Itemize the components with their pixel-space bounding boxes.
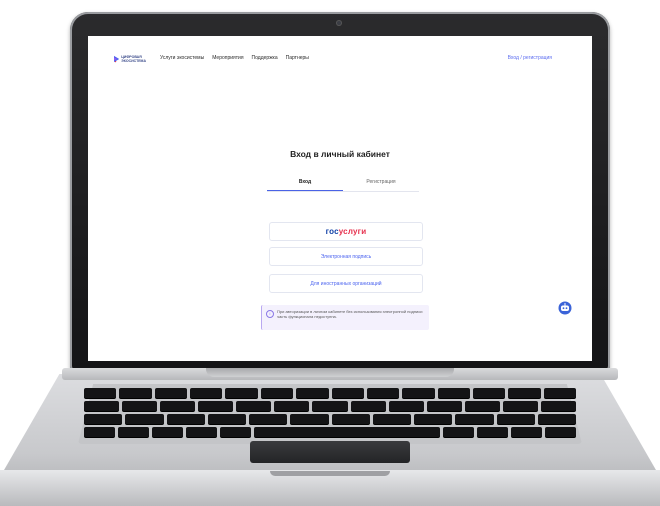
site-logo[interactable]: ЦИФРОВАЯ ЭКОСИСТЕМА [114,52,146,66]
page-title: Вход в личный кабинет [290,149,390,159]
keyboard-key [443,427,474,437]
keyboard-key [537,414,576,424]
hinge-notch [206,368,454,377]
nav-link-services[interactable]: Услуги экосистемы [160,55,204,61]
keyboard-key [296,388,329,398]
keyboard-key [366,388,400,398]
keyboard-key [350,401,386,411]
keyboard-key [477,427,508,437]
logo-line-2: ЭКОСИСТЕМА [121,59,146,63]
keyboard-key [190,388,223,398]
trackpad [250,441,410,463]
keyboard-key [290,414,329,424]
keyboard-key [472,388,506,398]
keyboard-key [545,427,576,437]
keyboard-key [198,401,234,411]
keyboard-key [122,401,158,411]
keyboard-key [207,414,246,424]
keyboard-row [83,388,577,398]
keyboard-key [388,401,424,411]
keyboard-key [220,427,251,437]
keyboard-key [84,427,115,437]
keyboard-key [426,401,462,411]
keyboard-key [236,401,272,411]
keyboard-key [118,427,149,437]
keyboard-key [312,401,348,411]
chat-bot-icon[interactable] [558,301,572,315]
keyboard-key [274,401,310,411]
keyboard-key [260,388,294,398]
keyboard [83,388,577,440]
keyboard-key [331,414,370,424]
logo-text: ЦИФРОВАЯ ЭКОСИСТЕМА [121,55,146,63]
keyboard-key [249,414,288,424]
tab-register[interactable]: Регистрация [343,177,419,191]
gosuslugi-logo-part2: услуги [338,227,367,236]
tab-login[interactable]: Вход [267,177,343,191]
nav-link-support[interactable]: Поддержка [252,55,278,61]
keyboard-key [119,388,152,398]
keyboard-key [437,388,470,398]
keyboard-key [84,401,120,411]
keyboard-key [502,401,538,411]
keyboard-key [254,427,440,437]
keyboard-key [154,388,188,398]
keyboard-key [464,401,500,411]
keyboard-key [496,414,535,424]
top-nav: ЦИФРОВАЯ ЭКОСИСТЕМА Услуги экосистемы Ме… [88,36,592,76]
keyboard-key [331,388,364,398]
keyboard-row [84,414,576,424]
keyboard-key [508,388,541,398]
keyboard-key [540,401,577,411]
keyboard-key [372,414,411,424]
keyboard-row [84,401,577,411]
keyboard-key [455,414,494,424]
laptop-front-lip [270,471,390,476]
keyboard-key [543,388,577,398]
laptop-screen: ЦИФРОВАЯ ЭКОСИСТЕМА Услуги экосистемы Ме… [88,36,592,361]
keyboard-key [225,388,258,398]
keyboard-key [166,414,205,424]
keyboard-key [160,401,196,411]
keyboard-key [414,414,453,424]
notice-text: При авторизации в личном кабинете без ис… [277,309,423,319]
auth-tabs: Вход Регистрация [267,177,419,192]
keyboard-key [125,414,164,424]
keyboard-key [511,427,542,437]
foreign-org-login-button[interactable]: Для иностранных организаций [269,274,423,293]
info-notice: i При авторизации в личном кабинете без … [261,305,429,330]
nav-link-partners[interactable]: Партнеры [286,55,309,61]
laptop-lid: ЦИФРОВАЯ ЭКОСИСТЕМА Услуги экосистемы Ме… [70,12,610,372]
gosuslugi-login-button[interactable]: гос услуги [269,222,423,241]
nav-links: Услуги экосистемы Мероприятия Поддержка … [160,55,309,61]
nav-link-events[interactable]: Мероприятия [212,55,243,61]
gosuslugi-logo-part1: гос [325,227,339,236]
nav-login-link[interactable]: Вход / регистрация [508,55,552,61]
keyboard-key [186,427,217,437]
info-icon: i [266,310,274,318]
esign-login-button[interactable]: Электронная подпись [269,247,423,266]
logo-mark-icon [114,55,120,63]
webcam-icon [336,20,342,26]
keyboard-key [152,427,183,437]
keyboard-key [83,388,117,398]
keyboard-key [84,414,123,424]
keyboard-key [402,388,435,398]
keyboard-row [84,427,576,437]
